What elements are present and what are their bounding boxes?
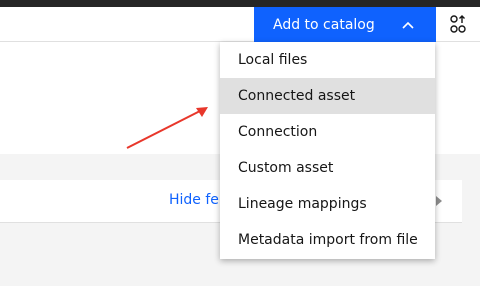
add-to-catalog-button[interactable]: Add to catalog [254, 7, 436, 42]
menu-item-metadata-import[interactable]: Metadata import from file [220, 222, 435, 258]
chevron-up-icon [402, 19, 414, 31]
annotation-arrow-icon [126, 107, 208, 149]
menu-item-connection[interactable]: Connection [220, 114, 435, 150]
menu-item-connected-asset[interactable]: Connected asset [220, 78, 435, 114]
top-bar [0, 0, 480, 7]
menu-item-custom-asset[interactable]: Custom asset [220, 150, 435, 186]
menu-item-lineage-mappings[interactable]: Lineage mappings [220, 186, 435, 222]
chevron-right-icon [436, 196, 442, 206]
hide-features-link[interactable]: Hide fe [169, 192, 219, 208]
add-to-catalog-menu: Local files Connected asset Connection C… [220, 42, 435, 259]
settings-adjust-icon[interactable] [446, 12, 470, 36]
menu-item-local-files[interactable]: Local files [220, 42, 435, 78]
add-to-catalog-label: Add to catalog [273, 16, 375, 33]
